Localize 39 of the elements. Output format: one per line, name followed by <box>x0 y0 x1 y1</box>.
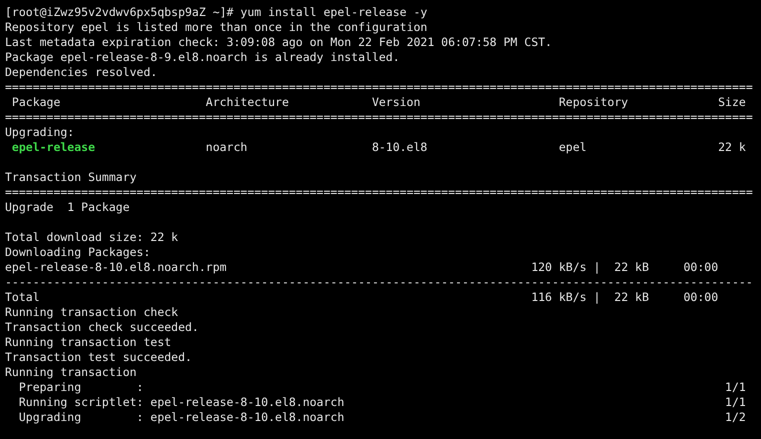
separator-line: ============================================================================================================ <box>5 80 753 95</box>
separator-line: ============================================================================================================ <box>5 185 753 200</box>
terminal-line: Upgrading: <box>5 125 74 140</box>
step-count: 1/1 <box>725 395 746 410</box>
package-name: epel-release <box>12 140 96 155</box>
terminal-line: Transaction test succeeded. <box>5 350 192 365</box>
step-label: Preparing : <box>18 380 144 395</box>
terminal-line: Package epel-release-8-9.el8.noarch is already installed. <box>5 50 400 65</box>
separator-line: ------------------------------------------------------------------------------------------------------------ <box>5 275 753 290</box>
table-cell: epel <box>558 140 587 155</box>
file-name: epel-release-8-10.el8.noarch.rpm <box>5 260 227 275</box>
download-stats: 116 kB/s | 22 kB 00:00 <box>531 290 718 305</box>
terminal-line: Running transaction <box>5 365 137 380</box>
download-stats: 120 kB/s | 22 kB 00:00 <box>531 260 718 275</box>
terminal-line: Running transaction check <box>5 305 178 320</box>
terminal-line: Dependencies resolved. <box>5 65 158 80</box>
separator-line: ============================================================================================================ <box>5 110 753 125</box>
table-cell: 8-10.el8 <box>372 140 428 155</box>
terminal-line: Last metadata expiration check: 3:09:08 ago on Mon 22 Feb 2021 06:07:58 PM CST. <box>5 35 552 50</box>
column-header: Size <box>718 95 746 110</box>
step-label: Upgrading : epel-release-8-10.el8.noarch <box>18 410 344 425</box>
column-header: Version <box>372 95 420 110</box>
table-cell: 22 k <box>718 140 746 155</box>
terminal-line: Upgrade 1 Package <box>5 200 130 215</box>
step-label: Running scriptlet: epel-release-8-10.el8.noarch <box>18 395 344 410</box>
column-header: Architecture <box>206 95 289 110</box>
terminal-line: Running transaction test <box>5 335 172 350</box>
terminal-line: [root@iZwz95v2vdwv6px5qbsp9aZ ~]# yum install epel-release -y <box>5 5 428 20</box>
terminal-line: Transaction check succeeded. <box>5 320 199 335</box>
column-header: Package <box>12 95 60 110</box>
table-cell: noarch <box>206 140 248 155</box>
terminal-line: Downloading Packages: <box>5 245 150 260</box>
terminal-line: Repository epel is listed more than once in the configuration <box>5 20 428 35</box>
file-name: Total <box>5 290 40 305</box>
terminal-line: Total download size: 22 k <box>5 230 178 245</box>
step-count: 1/1 <box>725 380 746 395</box>
terminal-line: Transaction Summary <box>5 170 137 185</box>
step-count: 1/2 <box>725 410 746 425</box>
column-header: Repository <box>558 95 628 110</box>
